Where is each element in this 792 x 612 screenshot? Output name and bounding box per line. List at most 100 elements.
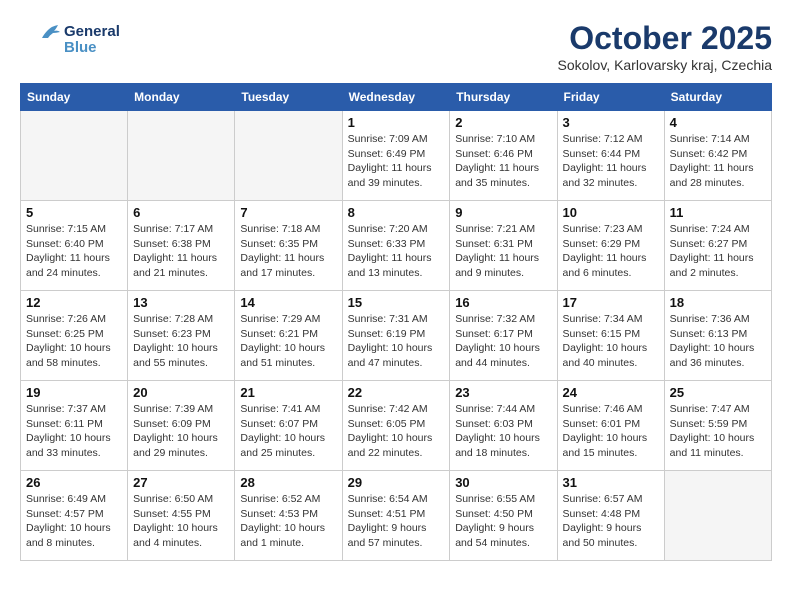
day-number: 3 <box>563 115 659 130</box>
sunset-label: Sunset: 4:51 PM <box>348 508 426 520</box>
day-number: 24 <box>563 385 659 400</box>
daylight-label: Daylight: 9 hours and 50 minutes. <box>563 522 642 549</box>
sunset-label: Sunset: 6:01 PM <box>563 418 641 430</box>
day-number: 11 <box>670 205 766 220</box>
weekday-header: Wednesday <box>342 84 450 111</box>
day-number: 26 <box>26 475 122 490</box>
day-info: Sunrise: 7:23 AMSunset: 6:29 PMDaylight:… <box>563 222 659 281</box>
day-number: 25 <box>670 385 766 400</box>
sunset-label: Sunset: 4:57 PM <box>26 508 104 520</box>
day-info: Sunrise: 7:46 AMSunset: 6:01 PMDaylight:… <box>563 402 659 461</box>
sunset-label: Sunset: 6:19 PM <box>348 328 426 340</box>
day-number: 10 <box>563 205 659 220</box>
calendar-week-row: 26 Sunrise: 6:49 AM Sunset: 4:57 PM Dayligh… <box>21 471 772 561</box>
calendar-cell: 26Sunrise: 6:49 AMSunset: 4:57 PMDayligh… <box>21 471 128 561</box>
sunset-label: Sunset: 6:27 PM <box>670 238 748 250</box>
daylight-label: Daylight: 10 hours and 36 minutes. <box>670 342 755 369</box>
sunrise-label: Sunrise: 7:34 AM <box>563 313 643 325</box>
day-number: 6 <box>133 205 229 220</box>
calendar-cell: 8Sunrise: 7:20 AMSunset: 6:33 PMDaylight… <box>342 201 450 291</box>
day-info: Sunrise: 6:54 AMSunset: 4:51 PMDaylight:… <box>348 492 445 551</box>
day-info: Sunrise: 7:29 AMSunset: 6:21 PMDaylight:… <box>240 312 336 371</box>
daylight-label: Daylight: 11 hours and 13 minutes. <box>348 252 432 279</box>
calendar-cell: 29Sunrise: 6:54 AMSunset: 4:51 PMDayligh… <box>342 471 450 561</box>
sunset-label: Sunset: 6:07 PM <box>240 418 318 430</box>
weekday-header: Tuesday <box>235 84 342 111</box>
daylight-label: Daylight: 10 hours and 55 minutes. <box>133 342 218 369</box>
calendar-cell: 28Sunrise: 6:52 AMSunset: 4:53 PMDayligh… <box>235 471 342 561</box>
sunset-label: Sunset: 4:50 PM <box>455 508 533 520</box>
day-number: 27 <box>133 475 229 490</box>
daylight-label: Daylight: 10 hours and 1 minute. <box>240 522 325 549</box>
calendar-table: SundayMondayTuesdayWednesdayThursdayFrid… <box>20 83 772 561</box>
daylight-label: Daylight: 11 hours and 24 minutes. <box>26 252 110 279</box>
sunrise-label: Sunrise: 7:18 AM <box>240 223 320 235</box>
sunset-label: Sunset: 4:48 PM <box>563 508 641 520</box>
day-info: Sunrise: 7:10 AMSunset: 6:46 PMDaylight:… <box>455 132 551 191</box>
sunrise-label: Sunrise: 7:26 AM <box>26 313 106 325</box>
day-number: 13 <box>133 295 229 310</box>
day-number: 18 <box>670 295 766 310</box>
sunset-label: Sunset: 6:17 PM <box>455 328 533 340</box>
daylight-label: Daylight: 11 hours and 28 minutes. <box>670 162 754 189</box>
sunset-label: Sunset: 6:35 PM <box>240 238 318 250</box>
daylight-label: Daylight: 10 hours and 18 minutes. <box>455 432 540 459</box>
sunset-label: Sunset: 6:31 PM <box>455 238 533 250</box>
sunset-label: Sunset: 6:05 PM <box>348 418 426 430</box>
calendar-cell: 23Sunrise: 7:44 AMSunset: 6:03 PMDayligh… <box>450 381 557 471</box>
calendar-cell: 24 Sunrise: 7:46 AMSunset: 6:01 PMDayligh… <box>557 381 664 471</box>
day-number: 19 <box>26 385 122 400</box>
sunrise-label: Sunrise: 7:23 AM <box>563 223 643 235</box>
calendar-cell: 17Sunrise: 7:34 AMSunset: 6:15 PMDayligh… <box>557 291 664 381</box>
sunset-label: Sunset: 6:13 PM <box>670 328 748 340</box>
daylight-label: Daylight: 10 hours and 51 minutes. <box>240 342 325 369</box>
day-info: Sunrise: 7:44 AM Sunset: 6:03 PM Daylight:… <box>455 402 551 461</box>
weekday-header: Saturday <box>664 84 771 111</box>
calendar-cell: 14 Sunrise: 7:29 AMSunset: 6:21 PMDayligh… <box>235 291 342 381</box>
daylight-label: Daylight: 10 hours and 33 minutes. <box>26 432 111 459</box>
daylight-label: Daylight: 10 hours and 58 minutes. <box>26 342 111 369</box>
sunrise-label: Sunrise: 6:57 AM <box>563 493 643 505</box>
sunrise-label: Sunrise: 7:32 AM <box>455 313 535 325</box>
daylight-label: Daylight: 10 hours and 22 minutes. <box>348 432 433 459</box>
sunset-label: Sunset: 6:33 PM <box>348 238 426 250</box>
day-number: 31 <box>563 475 659 490</box>
logo-blue: Blue <box>64 40 120 57</box>
calendar-week-row: 19Sunrise: 7:37 AMSunset: 6:11 PMDayligh… <box>21 381 772 471</box>
day-info: Sunrise: 6:55 AMSunset: 4:50 PMDaylight:… <box>455 492 551 551</box>
sunrise-label: Sunrise: 7:12 AM <box>563 133 643 145</box>
calendar-cell: 19Sunrise: 7:37 AMSunset: 6:11 PMDayligh… <box>21 381 128 471</box>
logo-general: General <box>64 24 120 41</box>
calendar-cell <box>235 111 342 201</box>
calendar-cell: 2Sunrise: 7:10 AMSunset: 6:46 PMDaylight… <box>450 111 557 201</box>
sunset-label: Sunset: 6:49 PM <box>348 148 426 160</box>
sunset-label: Sunset: 6:03 PM <box>455 418 533 430</box>
sunrise-label: Sunrise: 7:10 AM <box>455 133 535 145</box>
sunset-label: Sunset: 6:38 PM <box>133 238 211 250</box>
sunrise-label: Sunrise: 6:49 AM <box>26 493 106 505</box>
sunrise-label: Sunrise: 6:50 AM <box>133 493 213 505</box>
day-number: 9 <box>455 205 551 220</box>
day-info: Sunrise: 7:14 AMSunset: 6:42 PMDaylight:… <box>670 132 766 191</box>
day-info: Sunrise: 7:47 AMSunset: 5:59 PMDaylight:… <box>670 402 766 461</box>
calendar-cell: 25 Sunrise: 7:47 AMSunset: 5:59 PMDayligh… <box>664 381 771 471</box>
day-info: Sunrise: 7:09 AMSunset: 6:49 PMDaylight:… <box>348 132 445 191</box>
sunrise-label: Sunrise: 7:44 AM <box>455 403 535 415</box>
daylight-label: Daylight: 11 hours and 9 minutes. <box>455 252 539 279</box>
day-info: Sunrise: 7:12 AMSunset: 6:44 PMDaylight:… <box>563 132 659 191</box>
calendar-cell: 12Sunrise: 7:26 AMSunset: 6:25 PMDayligh… <box>21 291 128 381</box>
calendar-cell: 22Sunrise: 7:42 AMSunset: 6:05 PMDayligh… <box>342 381 450 471</box>
sunrise-label: Sunrise: 7:09 AM <box>348 133 428 145</box>
sunset-label: Sunset: 6:46 PM <box>455 148 533 160</box>
weekday-header: Friday <box>557 84 664 111</box>
day-number: 5 <box>26 205 122 220</box>
logo-icon <box>20 20 60 60</box>
day-number: 1 <box>348 115 445 130</box>
sunrise-label: Sunrise: 6:55 AM <box>455 493 535 505</box>
sunrise-label: Sunrise: 6:54 AM <box>348 493 428 505</box>
sunrise-label: Sunrise: 7:29 AM <box>240 313 320 325</box>
sunrise-label: Sunrise: 7:39 AM <box>133 403 213 415</box>
calendar-week-row: 12Sunrise: 7:26 AMSunset: 6:25 PMDayligh… <box>21 291 772 381</box>
day-info: Sunrise: 6:50 AMSunset: 4:55 PMDaylight:… <box>133 492 229 551</box>
day-number: 14 <box>240 295 336 310</box>
